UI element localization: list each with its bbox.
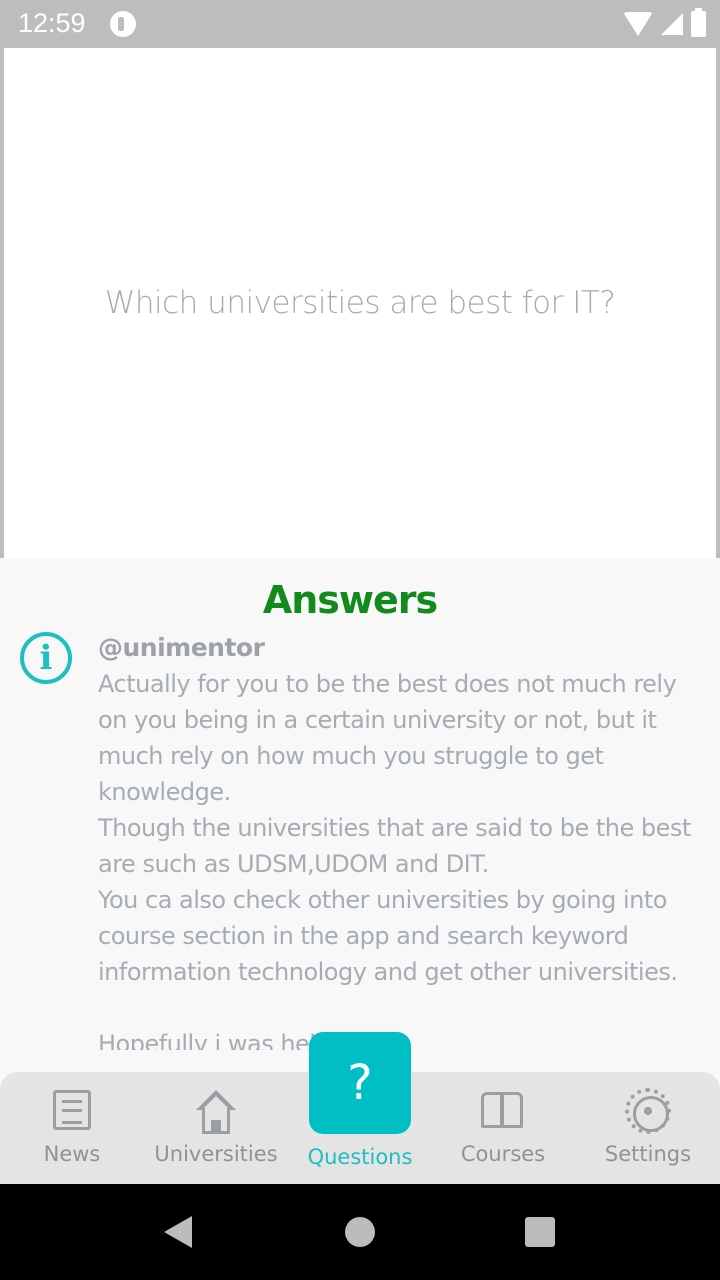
home-icon xyxy=(193,1090,239,1134)
question-text: Which universities are best for IT? xyxy=(104,285,616,321)
answer-body: @unimentor Actually for you to be the be… xyxy=(98,630,698,1050)
nav-news-label: News xyxy=(43,1142,101,1166)
answer-author: @unimentor xyxy=(98,633,265,662)
status-bar: 12:59 xyxy=(0,0,720,48)
nav-news[interactable]: News xyxy=(0,1072,144,1184)
nav-questions-label[interactable]: Questions xyxy=(287,1145,433,1169)
nav-questions-button[interactable]: ? xyxy=(309,1032,411,1134)
nav-courses-label: Courses xyxy=(460,1142,546,1166)
recents-button[interactable] xyxy=(525,1217,555,1247)
nav-settings-label: Settings xyxy=(604,1142,692,1166)
battery-icon xyxy=(691,8,706,37)
app-notification-icon xyxy=(110,11,136,37)
nav-courses[interactable]: Courses xyxy=(431,1072,575,1184)
book-icon xyxy=(479,1090,527,1130)
question-icon: ? xyxy=(347,1055,373,1111)
gear-icon xyxy=(625,1088,671,1134)
nav-universities[interactable]: Universities xyxy=(144,1072,288,1184)
app-screen: Which universities are best for IT? Answ… xyxy=(0,48,720,1184)
nav-universities-label: Universities xyxy=(154,1142,278,1166)
answers-title: Answers xyxy=(262,578,438,622)
status-time: 12:59 xyxy=(18,8,86,38)
wifi-icon xyxy=(623,12,653,36)
question-card: Which universities are best for IT? xyxy=(4,48,716,558)
nav-settings[interactable]: Settings xyxy=(576,1072,720,1184)
back-button[interactable] xyxy=(164,1216,192,1248)
bottom-nav: News Universities ? Questions Courses Se… xyxy=(0,1032,720,1184)
info-icon: i xyxy=(20,632,72,684)
answer-item: i @unimentor Actually for you to be the … xyxy=(18,630,708,1050)
status-icons xyxy=(623,8,706,38)
home-button[interactable] xyxy=(345,1217,375,1247)
answer-text: Actually for you to be the best does not… xyxy=(98,670,691,1050)
news-icon xyxy=(53,1090,91,1130)
signal-icon xyxy=(661,13,683,35)
system-navigation-bar xyxy=(0,1184,720,1280)
